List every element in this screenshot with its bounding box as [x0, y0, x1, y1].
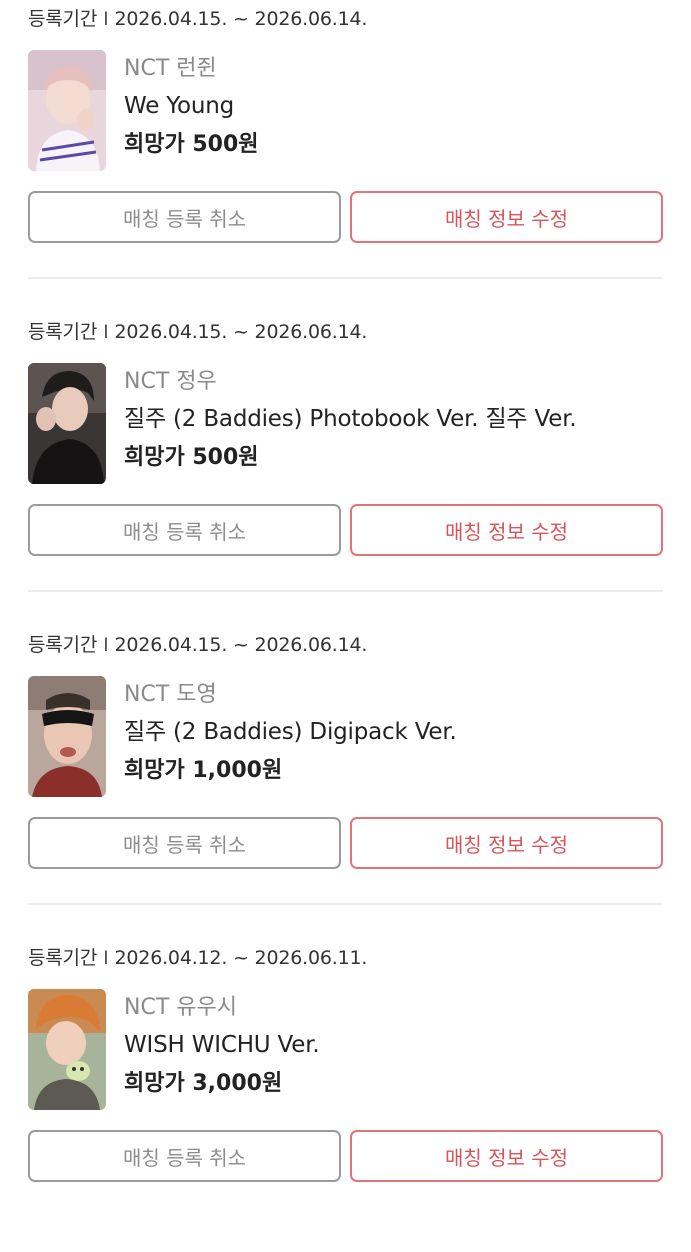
photocard-image	[28, 50, 106, 171]
edit-matching-button[interactable]: 매칭 정보 수정	[350, 1130, 663, 1182]
photocard-image	[28, 363, 106, 484]
period-label: 등록기간	[28, 321, 98, 343]
card-divider	[28, 277, 663, 279]
period-label: 등록기간	[28, 947, 98, 969]
desired-price: 희망가 3,000원	[124, 1071, 283, 1096]
card-divider	[28, 903, 663, 905]
cancel-matching-button[interactable]: 매칭 등록 취소	[28, 504, 341, 556]
matching-card: 등록기간 I 2026.04.15. ~ 2026.06.14. NCT 런쥔 We…	[0, 0, 691, 313]
artist-label: NCT 정우	[124, 369, 217, 394]
album-title: 질주 (2 Baddies) Digipack Ver.	[124, 719, 457, 745]
photocard-thumbnail[interactable]	[28, 50, 106, 171]
registration-period: 등록기간 I 2026.04.15. ~ 2026.06.14.	[28, 4, 367, 31]
item-info: NCT 도영 질주 (2 Baddies) Digipack Ver. 희망가 …	[124, 682, 664, 784]
matching-card: 등록기간 I 2026.04.15. ~ 2026.06.14. NCT 정우 질주…	[0, 313, 691, 626]
album-title: WISH WICHU Ver.	[124, 1032, 320, 1058]
cancel-matching-button[interactable]: 매칭 등록 취소	[28, 191, 341, 243]
photocard-image	[28, 989, 106, 1110]
album-title: 질주 (2 Baddies) Photobook Ver. 질주 Ver.	[124, 406, 577, 432]
matching-card: 등록기간 I 2026.04.12. ~ 2026.06.11. NCT 유우시 W…	[0, 939, 691, 1252]
period-separator: I	[103, 8, 109, 30]
card-divider	[28, 590, 663, 592]
registration-period: 등록기간 I 2026.04.12. ~ 2026.06.11.	[28, 943, 367, 970]
photocard-thumbnail[interactable]	[28, 989, 106, 1110]
artist-label: NCT 유우시	[124, 995, 237, 1020]
edit-matching-button[interactable]: 매칭 정보 수정	[350, 817, 663, 869]
period-dates: 2026.04.12. ~ 2026.06.11.	[114, 947, 368, 969]
item-info: NCT 유우시 WISH WICHU Ver. 희망가 3,000원	[124, 995, 664, 1097]
edit-matching-button[interactable]: 매칭 정보 수정	[350, 191, 663, 243]
desired-price: 희망가 1,000원	[124, 758, 283, 783]
period-label: 등록기간	[28, 8, 98, 30]
registration-period: 등록기간 I 2026.04.15. ~ 2026.06.14.	[28, 317, 367, 344]
period-separator: I	[103, 634, 109, 656]
desired-price: 희망가 500원	[124, 445, 259, 470]
item-info: NCT 런쥔 We Young 희망가 500원	[124, 56, 664, 158]
period-label: 등록기간	[28, 634, 98, 656]
item-info: NCT 정우 질주 (2 Baddies) Photobook Ver. 질주 …	[124, 369, 664, 471]
period-separator: I	[103, 947, 109, 969]
desired-price: 희망가 500원	[124, 132, 259, 157]
period-separator: I	[103, 321, 109, 343]
album-title: We Young	[124, 93, 235, 119]
photocard-thumbnail[interactable]	[28, 363, 106, 484]
cancel-matching-button[interactable]: 매칭 등록 취소	[28, 1130, 341, 1182]
artist-label: NCT 도영	[124, 682, 217, 707]
photocard-image	[28, 676, 106, 797]
period-dates: 2026.04.15. ~ 2026.06.14.	[114, 634, 368, 656]
period-dates: 2026.04.15. ~ 2026.06.14.	[114, 8, 368, 30]
period-dates: 2026.04.15. ~ 2026.06.14.	[114, 321, 368, 343]
registration-period: 등록기간 I 2026.04.15. ~ 2026.06.14.	[28, 630, 367, 657]
artist-label: NCT 런쥔	[124, 56, 217, 81]
cancel-matching-button[interactable]: 매칭 등록 취소	[28, 817, 341, 869]
photocard-thumbnail[interactable]	[28, 676, 106, 797]
matching-card: 등록기간 I 2026.04.15. ~ 2026.06.14. NCT 도영 질주…	[0, 626, 691, 939]
edit-matching-button[interactable]: 매칭 정보 수정	[350, 504, 663, 556]
